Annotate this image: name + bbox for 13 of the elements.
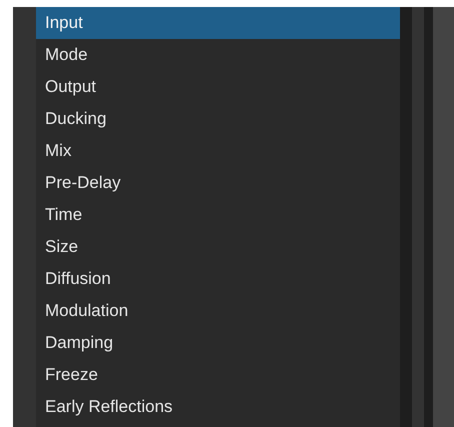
list-item[interactable]: Output	[36, 71, 400, 103]
list-item[interactable]: Early Reflections	[36, 391, 400, 423]
list-item[interactable]: Time	[36, 199, 400, 231]
list-item[interactable]: Damping	[36, 327, 400, 359]
list-item[interactable]: Size	[36, 231, 400, 263]
list-item[interactable]: Ducking	[36, 103, 400, 135]
list-item[interactable]: Modulation	[36, 295, 400, 327]
list-item[interactable]: Mode	[36, 39, 400, 71]
list-item[interactable]: Pre-Delay	[36, 167, 400, 199]
list-item[interactable]: Diffusion	[36, 263, 400, 295]
list-item[interactable]: Mix	[36, 135, 400, 167]
list-item[interactable]: Freeze	[36, 359, 400, 391]
list-item[interactable]: Input	[36, 7, 400, 39]
